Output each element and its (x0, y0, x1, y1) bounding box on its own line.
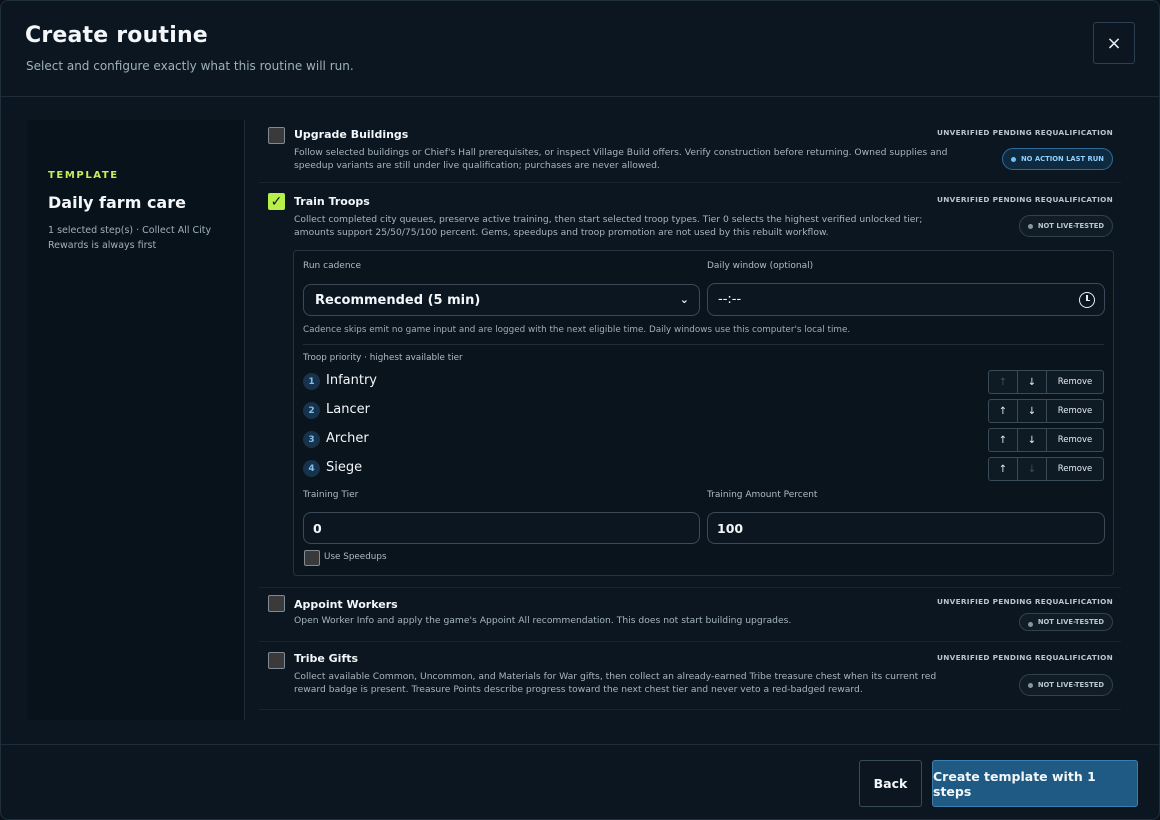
cadence-select[interactable]: Recommended (5 min) ⌄ (303, 284, 700, 316)
row-controls: ↑ ↓ Remove (988, 457, 1104, 481)
row-controls: ↑ ↓ Remove (988, 428, 1104, 452)
close-button[interactable]: × (1093, 22, 1135, 64)
step-train-troops: ✓ Train Troops Collect completed city qu… (259, 183, 1121, 588)
amount-label: Training Amount Percent (707, 490, 818, 500)
arrow-up-icon: ↑ (998, 463, 1008, 475)
window-label: Daily window (optional) (707, 261, 814, 271)
troop-name: Siege (326, 460, 363, 475)
priority-number: 3 (303, 431, 320, 448)
priority-number: 1 (303, 373, 320, 390)
arrow-down-icon: ↓ (1027, 376, 1037, 388)
remove-button[interactable]: Remove (1047, 370, 1104, 394)
use-speedups-checkbox[interactable] (304, 550, 320, 566)
cadence-value: Recommended (5 min) (315, 293, 481, 308)
troop-name: Infantry (326, 373, 377, 388)
daily-window-input[interactable]: --:-- (707, 283, 1105, 316)
step-tribe-gifts: Tribe Gifts Collect available Common, Un… (259, 642, 1121, 710)
modal-body: TEMPLATE Daily farm care 1 selected step… (1, 98, 1159, 744)
create-routine-modal: Create routine Select and configure exac… (0, 0, 1160, 820)
step-checkbox[interactable]: ✓ (268, 193, 285, 210)
status-badge: NOT LIVE-TESTED (1018, 613, 1113, 631)
move-down-button[interactable]: ↓ (1018, 457, 1047, 481)
modal-footer: Back Create template with 1 steps (1, 744, 1159, 819)
step-name: Appoint Workers (294, 598, 398, 611)
priority-label: Troop priority · highest available tier (303, 353, 463, 363)
remove-button[interactable]: Remove (1047, 457, 1104, 481)
move-up-button[interactable]: ↑ (988, 428, 1018, 452)
step-name: Tribe Gifts (294, 652, 359, 665)
troop-name: Lancer (326, 402, 370, 417)
priority-row: 3 Archer ↑ ↓ Remove (303, 428, 1104, 452)
step-description: Follow selected buildings or Chief's Hal… (294, 147, 948, 171)
priority-row: 2 Lancer ↑ ↓ Remove (303, 399, 1104, 423)
arrow-down-icon: ↓ (1027, 405, 1037, 417)
troop-name: Archer (326, 431, 369, 446)
template-name: Daily farm care (48, 193, 186, 212)
step-status: UNVERIFIED PENDING REQUALIFICATION (937, 128, 1113, 137)
step-upgrade-buildings: Upgrade Buildings Follow selected buildi… (259, 120, 1121, 183)
modal-header: Create routine Select and configure exac… (1, 1, 1159, 97)
priority-number: 4 (303, 460, 320, 477)
arrow-up-icon: ↑ (998, 434, 1008, 446)
arrow-down-icon: ↓ (1027, 434, 1037, 446)
close-icon: × (1106, 32, 1122, 54)
move-down-button[interactable]: ↓ (1018, 428, 1047, 452)
step-appoint-workers: Appoint Workers Open Worker Info and app… (259, 588, 1121, 642)
status-badge: NOT LIVE-TESTED (1018, 215, 1113, 237)
step-checkbox[interactable] (268, 595, 285, 612)
step-status: UNVERIFIED PENDING REQUALIFICATION (937, 597, 1113, 606)
status-badge: NOT LIVE-TESTED (1018, 674, 1113, 696)
status-badge: NO ACTION LAST RUN (1001, 148, 1113, 170)
page-subtitle: Select and configure exactly what this r… (26, 59, 354, 73)
training-tier-input[interactable]: 0 (303, 512, 700, 544)
priority-number: 2 (303, 402, 320, 419)
page-title: Create routine (25, 23, 208, 48)
cadence-hint: Cadence skips emit no game input and are… (303, 325, 851, 335)
row-controls: ↑ ↓ Remove (988, 370, 1104, 394)
step-description: Collect available Common, Uncommon, and … (294, 671, 937, 695)
step-description: Collect completed city queues, preserve … (294, 214, 923, 238)
back-button[interactable]: Back (859, 760, 922, 807)
step-checkbox[interactable] (268, 127, 285, 144)
tier-label: Training Tier (303, 490, 359, 500)
step-name: Train Troops (294, 195, 370, 208)
template-sidebar: TEMPLATE Daily farm care 1 selected step… (27, 120, 245, 720)
step-checkbox[interactable] (268, 652, 285, 669)
arrow-up-icon: ↑ (998, 405, 1008, 417)
cadence-label: Run cadence (303, 261, 362, 271)
move-up-button[interactable]: ↑ (988, 399, 1018, 423)
remove-button[interactable]: Remove (1047, 399, 1104, 423)
priority-row: 4 Siege ↑ ↓ Remove (303, 457, 1104, 481)
row-controls: ↑ ↓ Remove (988, 399, 1104, 423)
divider (303, 344, 1104, 345)
create-template-button[interactable]: Create template with 1 steps (932, 760, 1138, 807)
chevron-down-icon: ⌄ (679, 293, 689, 306)
move-up-button[interactable]: ↑ (988, 370, 1018, 394)
remove-button[interactable]: Remove (1047, 428, 1104, 452)
priority-row: 1 Infantry ↑ ↓ Remove (303, 370, 1104, 394)
move-up-button[interactable]: ↑ (988, 457, 1018, 481)
move-down-button[interactable]: ↓ (1018, 370, 1047, 394)
step-description: Open Worker Info and apply the game's Ap… (294, 615, 792, 626)
step-status: UNVERIFIED PENDING REQUALIFICATION (937, 653, 1113, 662)
training-amount-input[interactable]: 100 (707, 512, 1105, 544)
arrow-up-icon: ↑ (998, 376, 1008, 388)
clock-icon[interactable] (1079, 292, 1095, 308)
speedups-label: Use Speedups (324, 552, 387, 562)
template-description: 1 selected step(s) · Collect All City Re… (48, 225, 212, 251)
move-down-button[interactable]: ↓ (1018, 399, 1047, 423)
train-troops-config: Run cadence Recommended (5 min) ⌄ Daily … (293, 250, 1114, 576)
step-status: UNVERIFIED PENDING REQUALIFICATION (937, 195, 1113, 204)
check-icon: ✓ (270, 193, 283, 210)
step-name: Upgrade Buildings (294, 128, 409, 141)
step-list: Upgrade Buildings Follow selected buildi… (259, 120, 1121, 710)
window-value: --:-- (718, 292, 742, 307)
arrow-down-icon: ↓ (1027, 463, 1037, 475)
template-label: TEMPLATE (48, 170, 119, 181)
